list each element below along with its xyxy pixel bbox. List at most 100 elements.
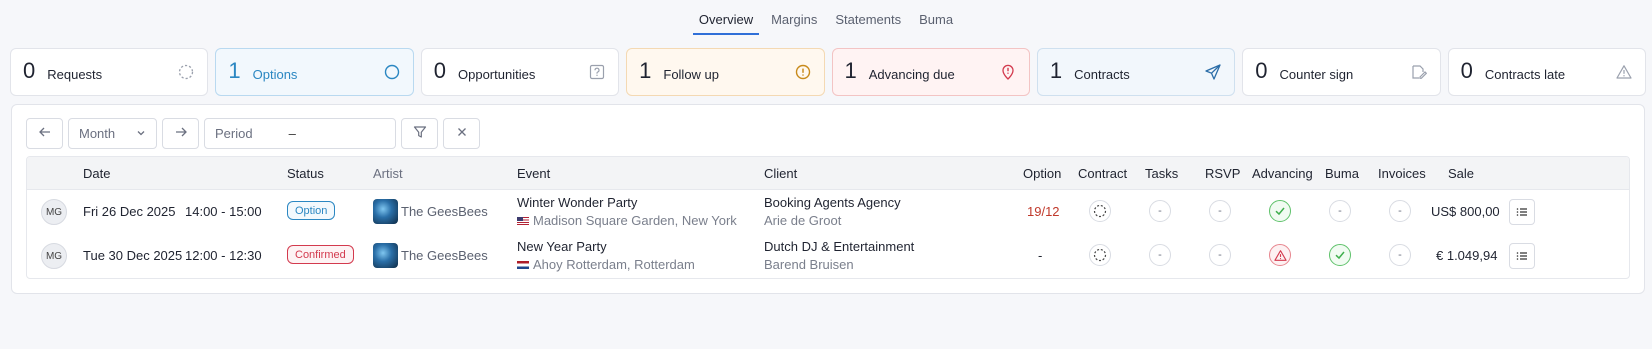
nl-flag-icon (517, 261, 529, 269)
header-artist[interactable]: Artist (373, 166, 403, 181)
tab-margins[interactable]: Margins (765, 9, 823, 35)
bookings-table: Date Status Artist Event Client Option C… (26, 156, 1630, 279)
header-invoices[interactable]: Invoices (1378, 166, 1426, 181)
contract-status[interactable] (1089, 200, 1111, 222)
advancing-status[interactable] (1269, 200, 1291, 222)
stat-count: 0 (1460, 58, 1473, 83)
stat-opportunities[interactable]: 0 Opportunities (420, 48, 620, 96)
stat-label: Counter sign (1279, 66, 1354, 82)
row-artist[interactable]: The GeesBees (401, 204, 488, 219)
tasks-status[interactable]: - (1149, 244, 1171, 266)
stat-follow-up[interactable]: 1 Follow up (626, 48, 825, 96)
row-client[interactable]: Dutch DJ & Entertainment (764, 239, 914, 254)
header-status[interactable]: Status (287, 166, 324, 181)
invoices-status[interactable]: - (1389, 200, 1411, 222)
dashed-circle-icon (1093, 248, 1107, 262)
stat-options[interactable]: 1 Options (215, 48, 414, 96)
warning-triangle-icon (1615, 63, 1633, 81)
row-menu-button[interactable] (1509, 243, 1535, 269)
rsvp-status[interactable]: - (1209, 244, 1231, 266)
avatar: MG (41, 243, 67, 269)
dashed-circle-icon (1093, 204, 1107, 218)
stat-count: 1 (844, 58, 857, 83)
header-event[interactable]: Event (517, 166, 550, 181)
tasks-status[interactable]: - (1149, 200, 1171, 222)
stat-contracts[interactable]: 1 Contracts (1036, 48, 1236, 96)
period-placeholder: Period (215, 126, 253, 141)
row-time: 14:00 - 15:00 (185, 204, 262, 219)
row-sale: € 1.049,94 (1436, 248, 1498, 263)
row-artist[interactable]: The GeesBees (401, 248, 488, 263)
row-contact: Arie de Groot (764, 213, 842, 228)
table-row[interactable]: MG Tue 30 Dec 2025 12:00 - 12:30 Confirm… (27, 234, 1629, 278)
header-client[interactable]: Client (764, 166, 797, 181)
header-date[interactable]: Date (83, 166, 110, 181)
stat-requests[interactable]: 0 Requests (10, 48, 209, 96)
header-advancing[interactable]: Advancing (1252, 166, 1313, 181)
row-contact: Barend Bruisen (764, 257, 854, 272)
stat-count: 0 (1255, 58, 1268, 83)
header-contract[interactable]: Contract (1078, 166, 1127, 181)
header-buma[interactable]: Buma (1325, 166, 1359, 181)
circle-icon (383, 63, 401, 81)
stat-label: Options (252, 66, 298, 82)
row-client[interactable]: Booking Agents Agency (764, 195, 901, 210)
row-option: 19/12 (1027, 204, 1060, 219)
buma-status[interactable] (1329, 244, 1351, 266)
period-separator: – (288, 126, 296, 141)
clear-filters-button[interactable] (443, 118, 480, 149)
row-date: Fri 26 Dec 2025 (83, 204, 176, 219)
bookings-panel: Month Period – Date Status Artist Event … (11, 104, 1645, 294)
tab-statements[interactable]: Statements (829, 9, 907, 35)
artist-avatar (373, 199, 398, 224)
period-unit-select[interactable]: Month (68, 118, 157, 149)
close-icon (456, 126, 468, 141)
contract-status[interactable] (1089, 244, 1111, 266)
row-date: Tue 30 Dec 2025 (83, 248, 183, 263)
dashed-circle-icon (177, 63, 195, 81)
stat-counter-sign[interactable]: 0 Counter sign (1242, 48, 1441, 96)
stat-count: 0 (23, 58, 36, 83)
question-box-icon (588, 63, 606, 81)
table-header: Date Status Artist Event Client Option C… (27, 157, 1629, 190)
filter-bar: Month Period – (26, 118, 480, 149)
next-period-button[interactable] (162, 118, 199, 149)
check-icon (1335, 251, 1345, 260)
stat-count: 1 (228, 58, 241, 83)
row-event[interactable]: Winter Wonder Party (517, 195, 637, 210)
stat-label: Advancing due (868, 66, 955, 82)
warning-triangle-icon (1273, 249, 1287, 261)
header-tasks[interactable]: Tasks (1145, 166, 1178, 181)
filter-button[interactable] (401, 118, 438, 149)
advancing-status[interactable] (1269, 244, 1291, 266)
previous-period-button[interactable] (26, 118, 63, 149)
row-event[interactable]: New Year Party (517, 239, 607, 254)
alert-circle-icon (794, 63, 812, 81)
period-input[interactable]: Period – (204, 118, 396, 149)
buma-status[interactable]: - (1329, 200, 1351, 222)
stat-label: Opportunities (458, 66, 536, 82)
stat-label: Requests (47, 66, 103, 82)
stat-advancing-due[interactable]: 1 Advancing due (831, 48, 1030, 96)
stat-label: Follow up (663, 66, 720, 82)
map-pin-alert-icon (999, 63, 1017, 81)
header-option[interactable]: Option (1023, 166, 1061, 181)
arrow-left-icon (38, 125, 52, 142)
header-rsvp[interactable]: RSVP (1205, 166, 1240, 181)
stat-count: 1 (639, 58, 652, 83)
tab-overview[interactable]: Overview (692, 9, 760, 35)
rsvp-status[interactable]: - (1209, 200, 1231, 222)
table-row[interactable]: MG Fri 26 Dec 2025 14:00 - 15:00 Option … (27, 190, 1629, 234)
row-option: - (1038, 248, 1043, 263)
row-menu-button[interactable] (1509, 199, 1535, 225)
invoices-status[interactable]: - (1389, 244, 1411, 266)
stat-cards: 0 Requests 1 Options 0 Opportunities 1 F… (10, 48, 1646, 96)
arrow-right-icon (174, 125, 188, 142)
stat-contracts-late[interactable]: 0 Contracts late (1447, 48, 1646, 96)
signature-icon (1410, 63, 1428, 81)
tab-buma[interactable]: Buma (913, 9, 959, 35)
header-sale[interactable]: Sale (1448, 166, 1474, 181)
status-badge: Confirmed (287, 245, 354, 264)
list-icon (1516, 208, 1527, 216)
status-badge: Option (287, 201, 336, 220)
